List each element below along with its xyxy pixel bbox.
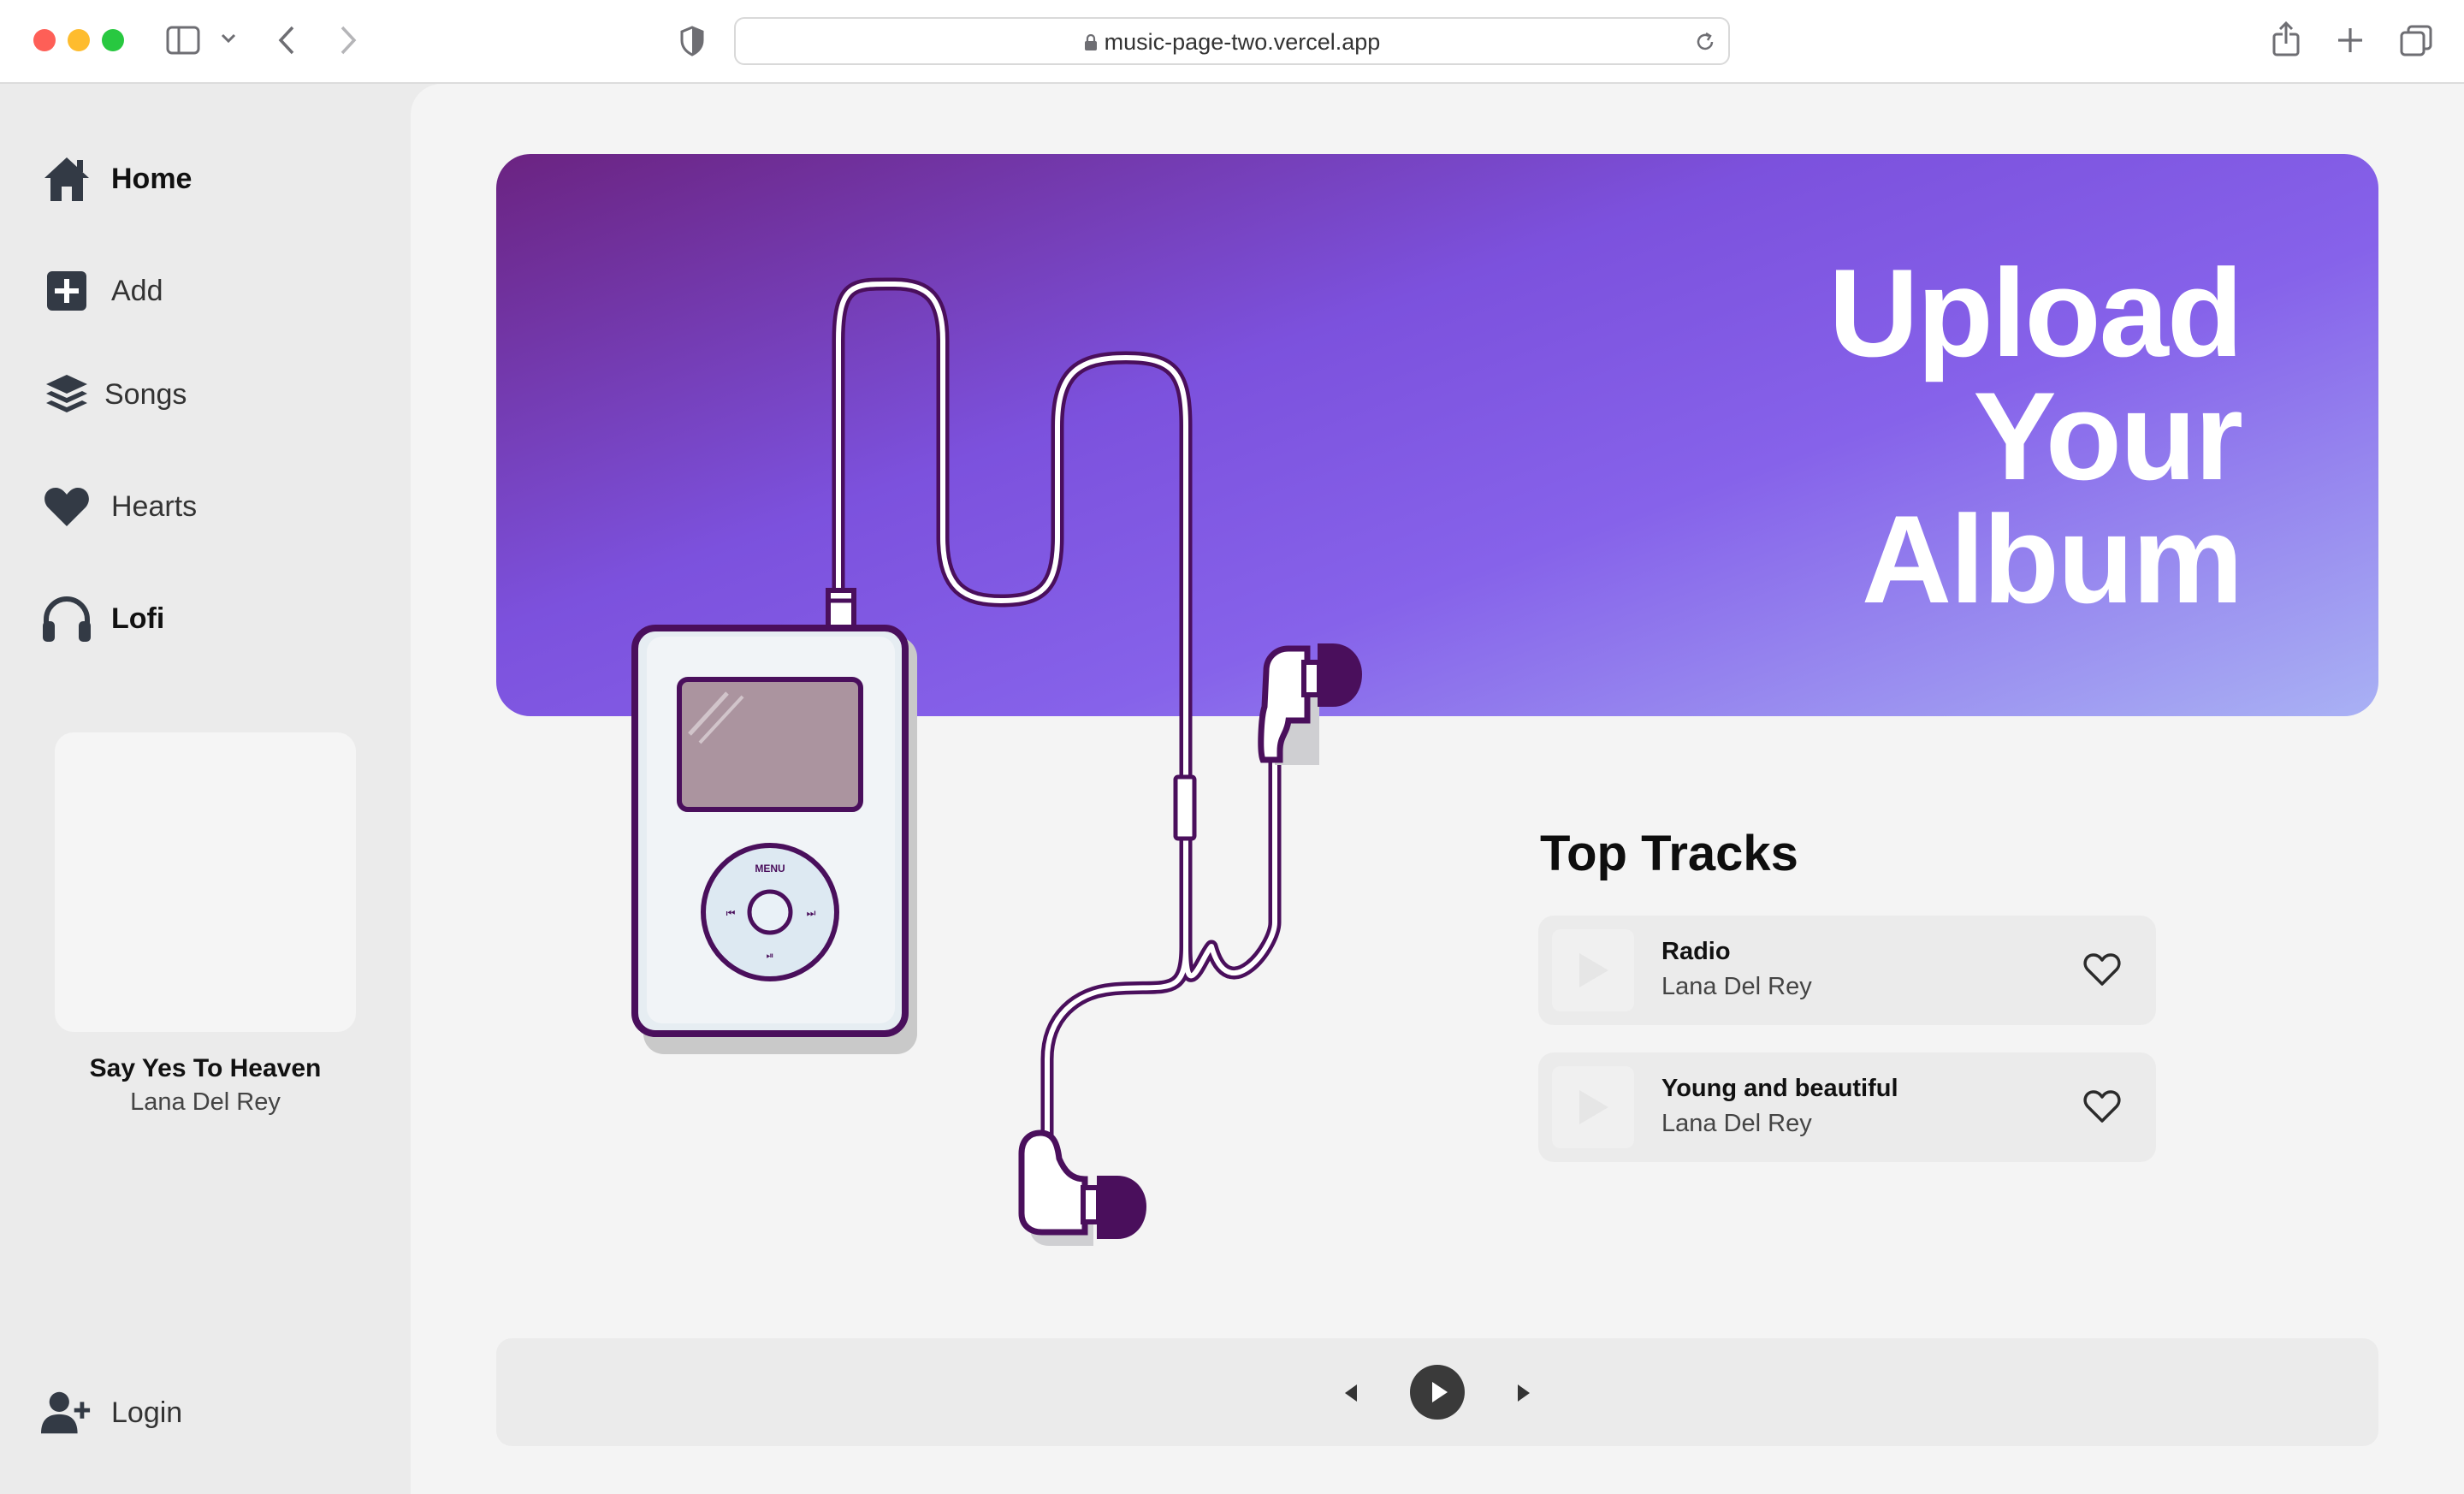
play-button[interactable] xyxy=(1410,1365,1465,1420)
hero-title-line: Album xyxy=(1861,489,2243,629)
sidebar-toggle-icon[interactable] xyxy=(166,26,200,55)
now-playing-artwork xyxy=(55,732,356,1032)
heart-outline-icon[interactable] xyxy=(2082,950,2122,989)
minimize-window-button[interactable] xyxy=(68,29,90,51)
hero-title-line: Your xyxy=(1973,366,2243,506)
svg-text:⏮: ⏮ xyxy=(726,907,736,919)
now-playing-title: Say Yes To Heaven xyxy=(89,1054,322,1082)
maximize-window-button[interactable] xyxy=(102,29,124,51)
headphones-icon xyxy=(41,593,92,644)
close-window-button[interactable] xyxy=(33,29,56,51)
privacy-shield-icon[interactable] xyxy=(679,26,705,56)
svg-text:⏯: ⏯ xyxy=(767,950,774,961)
lock-icon xyxy=(1084,33,1097,50)
tab-overview-icon[interactable] xyxy=(2399,24,2433,58)
sidebar-item-lofi[interactable]: Lofi xyxy=(41,589,164,649)
browser-toolbar: music-page-two.vercel.app xyxy=(0,0,2464,84)
user-plus-icon xyxy=(41,1387,92,1438)
track-row[interactable]: Radio Lana Del Rey xyxy=(1538,916,2156,1025)
plus-square-icon xyxy=(41,265,92,317)
chevron-down-icon[interactable] xyxy=(221,33,236,44)
hero-title-line: Upload xyxy=(1828,243,2243,382)
login-label: Login xyxy=(111,1396,183,1429)
sidebar-item-add[interactable]: Add xyxy=(41,261,163,321)
previous-track-icon[interactable] xyxy=(1342,1383,1360,1403)
sidebar-item-home[interactable]: Home xyxy=(41,149,192,209)
now-playing-artist: Lana Del Rey xyxy=(130,1088,281,1116)
sidebar: Home Add Songs Hearts Lofi Say Yes To He… xyxy=(0,84,411,1494)
share-icon[interactable] xyxy=(2271,21,2301,58)
sidebar-item-label: Lofi xyxy=(111,602,165,635)
new-tab-icon[interactable] xyxy=(2336,26,2365,55)
track-artist: Lana Del Rey xyxy=(1661,1110,1812,1137)
sidebar-item-hearts[interactable]: Hearts xyxy=(41,477,197,537)
url-label: music-page-two.vercel.app xyxy=(1104,29,1381,55)
hero-title: Upload Your Album xyxy=(1472,243,2243,629)
main-content: Upload Your Album MENU ⏮ ⏭ ⏯ Top Tracks … xyxy=(411,84,2464,1494)
home-icon xyxy=(41,153,92,205)
sidebar-item-label: Home xyxy=(111,162,192,195)
play-icon xyxy=(1579,953,1608,987)
track-title: Young and beautiful xyxy=(1661,1075,1898,1102)
track-artist: Lana Del Rey xyxy=(1661,973,1812,1000)
sidebar-item-label: Songs xyxy=(104,377,187,411)
player-controls xyxy=(496,1338,2378,1446)
login-button[interactable]: Login xyxy=(41,1383,182,1443)
sidebar-item-songs[interactable]: Songs xyxy=(41,365,187,424)
track-title: Radio xyxy=(1661,938,1731,965)
back-arrow-icon[interactable] xyxy=(275,24,298,56)
layers-icon xyxy=(41,369,92,420)
sidebar-item-label: Hearts xyxy=(111,489,198,523)
top-tracks-heading: Top Tracks xyxy=(1540,826,1798,881)
track-row[interactable]: Young and beautiful Lana Del Rey xyxy=(1538,1052,2156,1162)
heart-outline-icon[interactable] xyxy=(2082,1087,2122,1126)
sidebar-item-label: Add xyxy=(111,274,163,307)
track-play-thumbnail[interactable] xyxy=(1552,929,1634,1011)
svg-text:⏭: ⏭ xyxy=(807,907,816,919)
play-icon xyxy=(1579,1090,1608,1124)
address-bar[interactable]: music-page-two.vercel.app xyxy=(734,17,1730,65)
track-play-thumbnail[interactable] xyxy=(1552,1066,1634,1148)
next-track-icon[interactable] xyxy=(1514,1383,1533,1403)
hero-banner: Upload Your Album xyxy=(496,154,2378,716)
url-text: music-page-two.vercel.app xyxy=(736,29,1728,56)
forward-arrow-icon[interactable] xyxy=(337,24,359,56)
heart-icon xyxy=(41,481,92,532)
ipod-menu-label: MENU xyxy=(755,863,785,874)
reload-icon[interactable] xyxy=(1694,31,1716,53)
play-icon xyxy=(1432,1382,1448,1402)
